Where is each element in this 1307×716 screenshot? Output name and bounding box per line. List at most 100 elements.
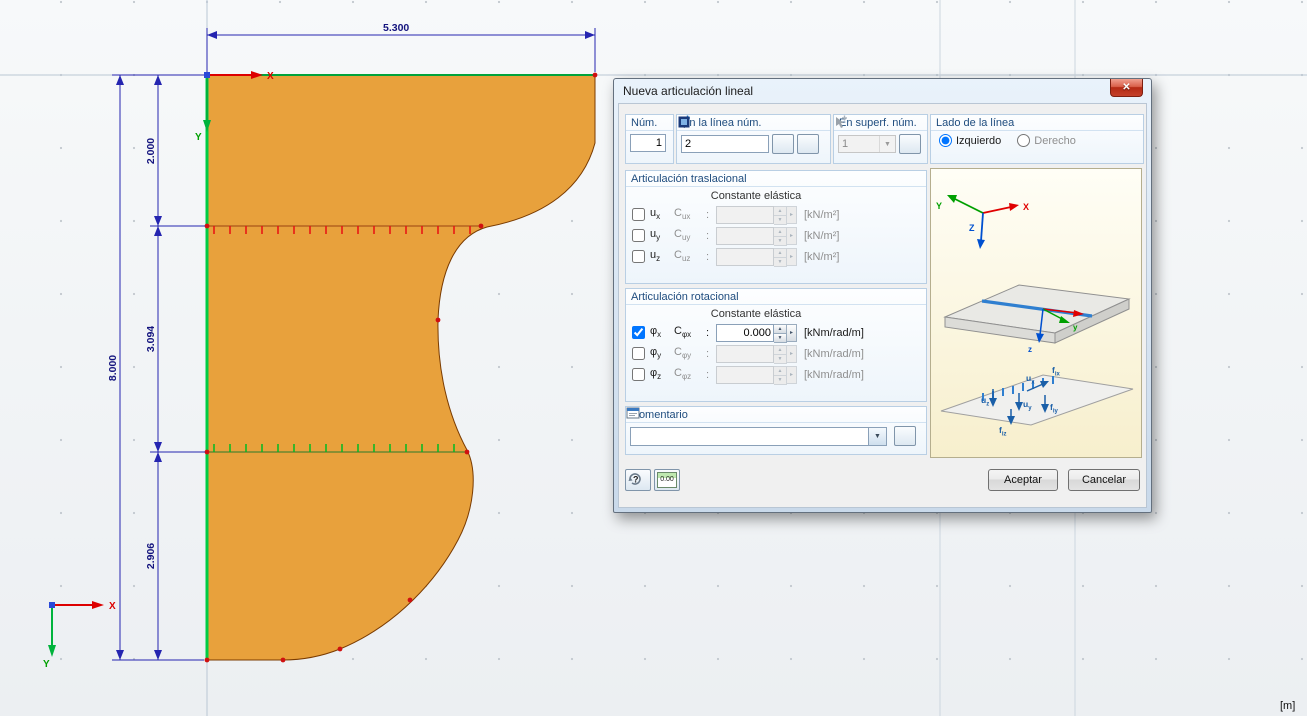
line-number-input[interactable] [681, 135, 769, 153]
comment-panel-icon [626, 407, 640, 419]
group-comment-caption: Comentario [626, 407, 926, 423]
group-comment: Comentario ▼ [625, 406, 927, 455]
colon: : [706, 368, 710, 381]
accept-button[interactable]: Aceptar [988, 469, 1058, 491]
comment-dropdown-icon[interactable]: ▼ [868, 426, 887, 446]
cux-more-button: ▸ [787, 205, 797, 224]
illus-axis-x-label: X [1023, 202, 1029, 212]
dialog-titlebar[interactable]: Nueva articulación lineal [614, 79, 1151, 103]
cux-label: Cux [674, 207, 691, 222]
illus-fix-label: fix [1052, 365, 1061, 378]
dim-label-top: 5.300 [383, 22, 409, 34]
colon: : [706, 326, 710, 339]
comment-browse-button[interactable] [626, 407, 916, 446]
side-right-label: Derecho [1034, 134, 1076, 147]
cuy-unit: [kN/m²] [804, 229, 840, 242]
colon: : [706, 347, 710, 360]
cuz-label: Cuz [674, 249, 691, 264]
phiz-label: φz [650, 367, 662, 382]
colon: : [706, 250, 710, 263]
cuy-input [716, 226, 774, 245]
pick-line-button[interactable] [679, 115, 794, 154]
cuz-input [716, 247, 774, 266]
cphix-label: Cφx [674, 325, 692, 340]
uz-label: uz [650, 249, 661, 264]
dim-label-total: 8.000 [107, 355, 119, 381]
illus-axis-z-label: Z [969, 223, 975, 233]
cancel-button[interactable]: Cancelar [1068, 469, 1140, 491]
close-button[interactable]: ✕ [1110, 79, 1143, 97]
axis-x-label: X [267, 71, 274, 82]
dialog-title: Nueva articulación lineal [623, 84, 754, 98]
phiz-checkbox[interactable] [632, 368, 645, 381]
uy-checkbox[interactable] [632, 229, 645, 242]
row-phiz: φz Cφz : ▲ ▼ ▸ [kNm/rad/m] [626, 364, 926, 385]
hinge-number-input[interactable] [630, 134, 666, 152]
pick-cursor-disabled-icon [836, 115, 847, 128]
multi-select-icon [678, 116, 690, 128]
dialog-client: Núm. En la línea núm. [618, 103, 1147, 508]
ux-checkbox[interactable] [632, 208, 645, 221]
illus-plate: y z [943, 284, 1131, 354]
cphix-more-button[interactable]: ▸ [787, 323, 797, 342]
group-line-caption: En la línea núm. [677, 115, 830, 131]
illustration-panel: X Y Z y z ux fix uz uy fiy fiz [930, 168, 1142, 458]
cuz-unit: [kN/m²] [804, 250, 840, 263]
cphiy-label: Cφy [674, 346, 692, 361]
phix-checkbox[interactable] [632, 326, 645, 339]
uz-checkbox[interactable] [632, 250, 645, 263]
dim-label-seg1: 2.000 [145, 138, 157, 164]
global-axis-y-label: Y [43, 659, 50, 670]
section-rotational-caption: Articulación rotacional [626, 289, 926, 305]
row-uz: uz Cuz : ▲ ▼ ▸ [kN/m²] [626, 246, 926, 267]
cphiy-unit: [kNm/rad/m] [804, 347, 864, 360]
group-line: En la línea núm. [676, 114, 831, 164]
side-left-radio[interactable]: Izquierdo [939, 134, 1001, 147]
cphiz-more-button: ▸ [787, 365, 797, 384]
cuz-more-button: ▸ [787, 247, 797, 266]
group-side-caption: Lado de la línea [931, 115, 1143, 131]
cphiy-spinner: ▲ ▼ [774, 344, 787, 364]
phix-label: φx [650, 325, 662, 340]
global-axis-x-label: X [109, 601, 116, 612]
row-phix: φx Cφx : ▲▼ ▸ [kNm/rad/m] [626, 322, 926, 343]
elastic-constant-header: Constante elástica [710, 190, 802, 202]
surface-number-combo: 1 ▼ [838, 135, 896, 153]
illus-released-plane: ux fix uz uy fiy fiz [940, 365, 1134, 438]
ux-label: ux [650, 207, 661, 222]
close-icon: ✕ [1122, 82, 1131, 93]
cphix-spinner[interactable]: ▲ ▼ [774, 323, 787, 343]
illus-plate-z-label: z [1028, 345, 1032, 354]
cphix-input[interactable] [716, 323, 774, 342]
illus-fiz-label: fiz [999, 425, 1007, 438]
dim-label-seg3: 2.906 [145, 543, 157, 569]
colon: : [706, 229, 710, 242]
pick-surface-button [836, 115, 921, 154]
multi-select-button[interactable] [678, 116, 819, 154]
zero-icon: 0.00 [657, 472, 677, 488]
cphiy-more-button: ▸ [787, 344, 797, 363]
group-num: Núm. [625, 114, 674, 164]
hinge-illustration: X Y Z y z ux fix uz uy fiy fiz [936, 195, 1134, 438]
cuy-label: Cuy [674, 228, 691, 243]
section-rotational: Articulación rotacional Constante elásti… [625, 288, 927, 402]
cphiy-input [716, 344, 774, 363]
dropdown-icon: ▼ [879, 136, 895, 152]
side-right-radio[interactable]: Derecho [1017, 134, 1076, 147]
side-left-label: Izquierdo [956, 134, 1002, 147]
unit-label: [m] [1280, 700, 1295, 712]
cuz-spinner: ▲ ▼ [774, 247, 787, 267]
phiy-checkbox[interactable] [632, 347, 645, 360]
cphiz-label: Cφz [674, 367, 692, 382]
help-button[interactable]: ? [625, 469, 651, 491]
section-translational-caption: Articulación traslacional [626, 171, 926, 187]
cuy-spinner: ▲ ▼ [774, 226, 787, 246]
cphiz-spinner: ▲ ▼ [774, 365, 787, 385]
comment-combo[interactable]: ▼ [630, 426, 887, 446]
set-zero-button[interactable]: 0.00 [654, 469, 680, 491]
comment-input[interactable] [630, 426, 868, 446]
new-line-hinge-dialog: Nueva articulación lineal ✕ Núm. En la l… [613, 78, 1152, 513]
illus-plate-y-label: y [1073, 323, 1078, 332]
row-phiy: φy Cφy : ▲ ▼ ▸ [kNm/rad/m] [626, 343, 926, 364]
cphiz-input [716, 365, 774, 384]
